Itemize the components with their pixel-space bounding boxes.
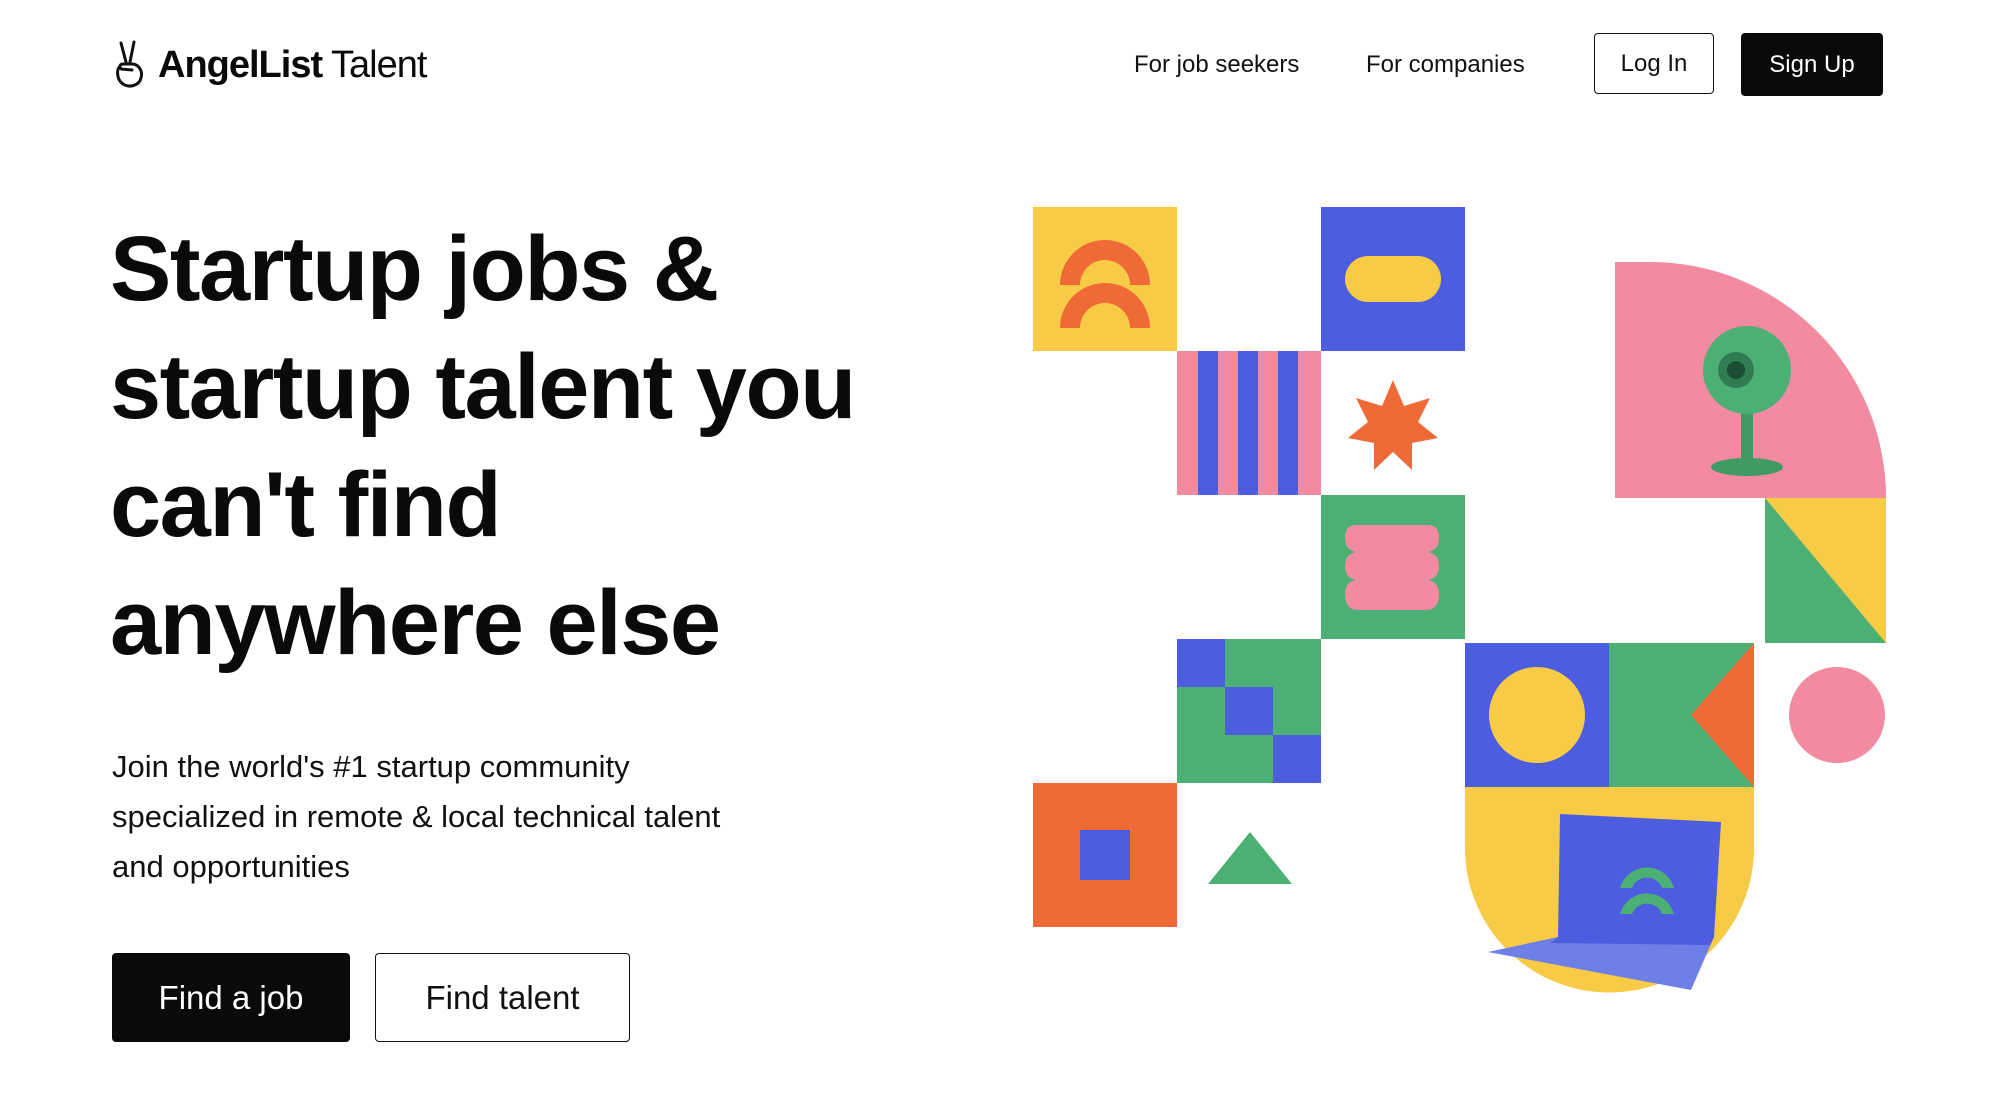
nav-link-companies[interactable]: For companies [1366,50,1525,80]
hero-illustration [1020,200,1920,1000]
headline-line-1: Startup jobs & [110,218,719,320]
brand-name-bold: AngelList [158,44,323,86]
pill-tile-icon [1321,207,1465,351]
asterisk-star-icon [1348,380,1438,470]
triangle-arrow-tile-icon [1609,643,1754,787]
find-job-button[interactable]: Find a job [112,953,350,1042]
green-triangle-icon [1208,832,1292,884]
brand-name: AngelList Talent [158,44,427,86]
geometric-mosaic [1033,207,1886,993]
hero-headline: Startup jobs & startup talent you can't … [110,210,1010,682]
checker-tile-icon [1177,639,1321,783]
brand-logo[interactable]: AngelList Talent [112,40,427,90]
wavy-pink-tile-icon [1321,495,1465,639]
circle-tile-icon [1465,643,1609,787]
brand-name-light: Talent [322,44,427,86]
signup-button[interactable]: Sign Up [1741,33,1883,96]
find-talent-button[interactable]: Find talent [375,953,630,1042]
landing-page: AngelList Talent For job seekers For com… [0,0,2000,1115]
nav-link-job-seekers[interactable]: For job seekers [1134,50,1299,80]
peace-hand-icon [116,40,143,88]
laptop-icon [1465,787,1754,993]
hero-subtitle: Join the world's #1 startup community sp… [112,742,872,892]
subtitle-line-3: and opportunities [112,849,350,884]
subtitle-line-1: Join the world's #1 startup community [112,749,630,784]
headline-line-3: can't find [110,454,502,556]
pink-circle-icon [1789,667,1885,763]
diagonal-split-tile-icon [1765,498,1886,643]
headline-line-4: anywhere else [110,572,721,674]
webcam-icon [1615,262,1886,498]
headline-line-2: startup talent you [110,336,856,438]
login-button[interactable]: Log In [1594,33,1714,94]
orange-square-tile-icon [1033,783,1177,927]
arches-tile-icon [1033,207,1177,351]
subtitle-line-2: specialized in remote & local technical … [112,799,721,834]
stripes-tile-icon [1177,351,1321,495]
